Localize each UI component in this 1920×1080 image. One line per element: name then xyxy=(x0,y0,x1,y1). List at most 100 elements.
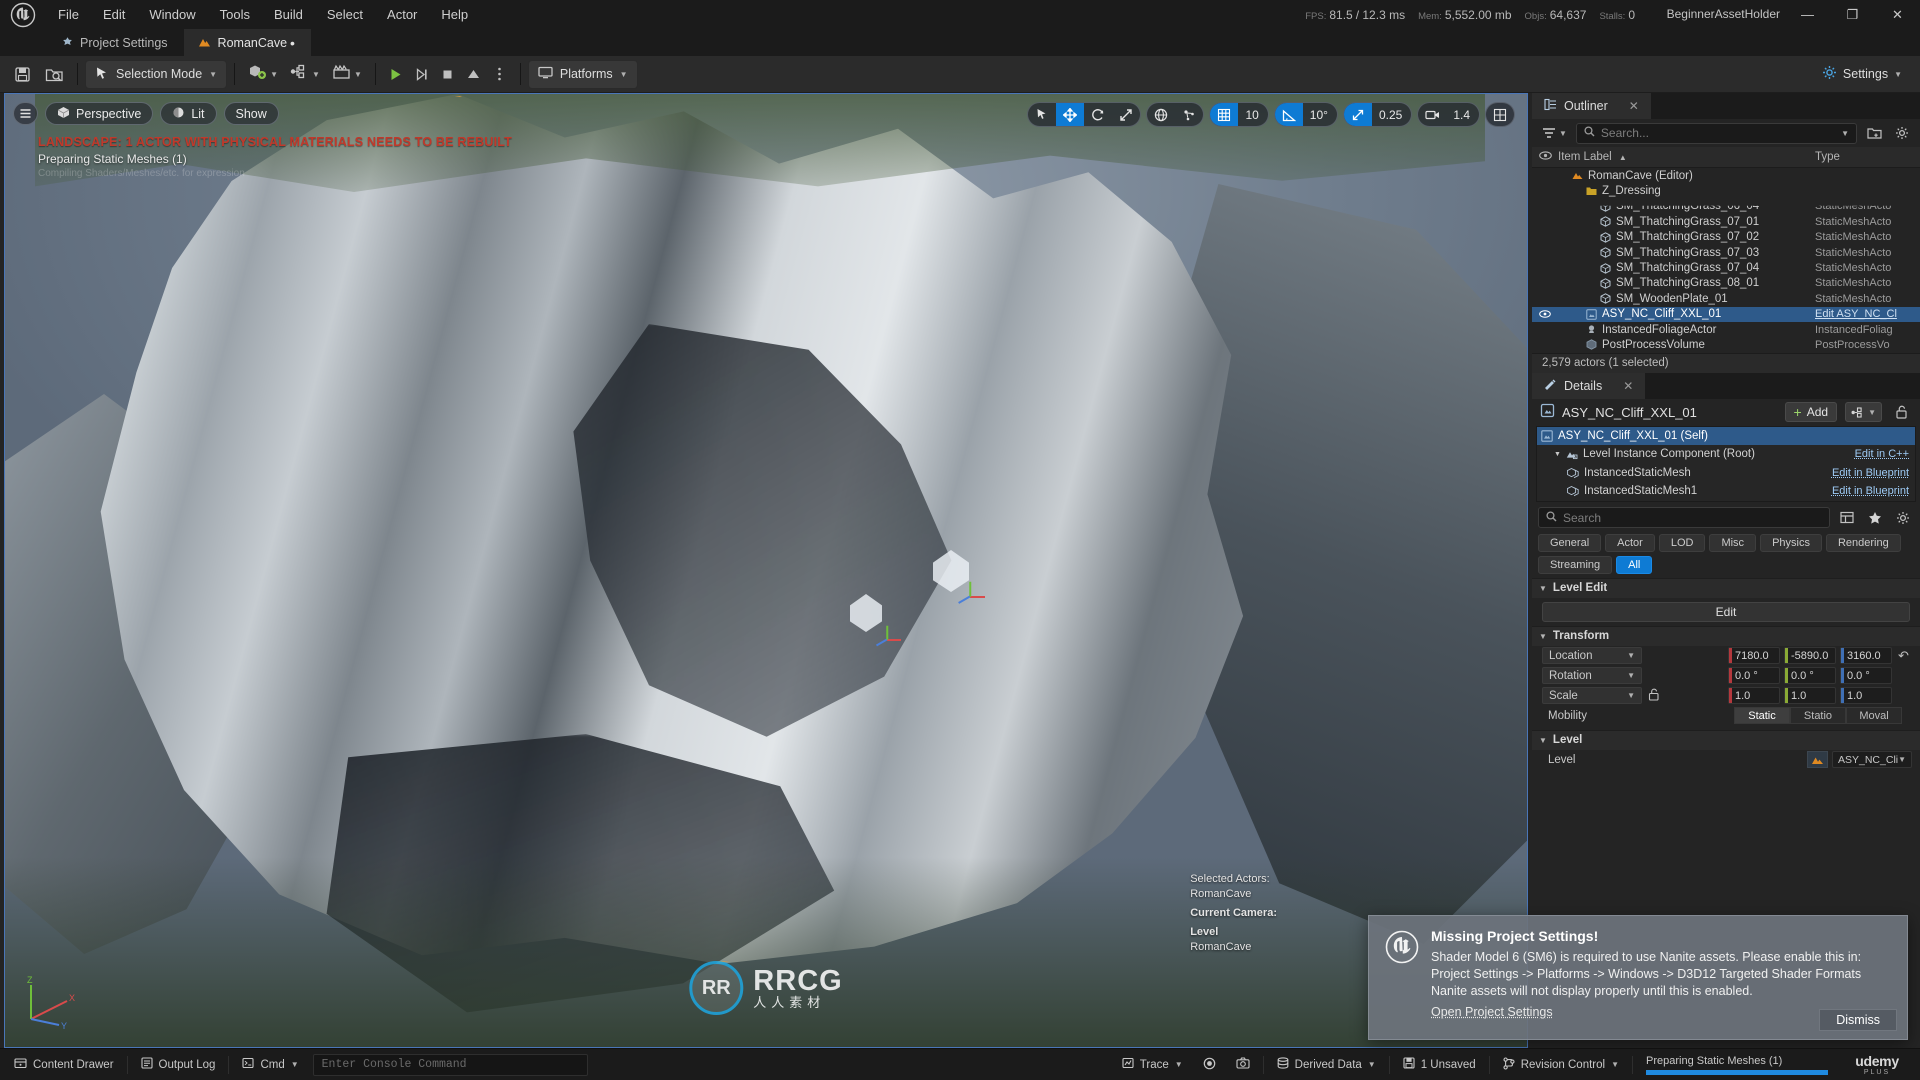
scale-z-input[interactable]: 1.0 xyxy=(1840,687,1892,705)
minimize-button[interactable]: — xyxy=(1785,0,1830,29)
derived-data-dropdown[interactable]: Derived Data ▼ xyxy=(1267,1053,1386,1077)
angle-snap-icon[interactable] xyxy=(1274,103,1303,126)
gear-icon[interactable] xyxy=(1891,122,1913,144)
component-row[interactable]: ASY_NC_Cliff_XXL_01 (Self) xyxy=(1537,426,1915,446)
viewport-show-dropdown[interactable]: Show xyxy=(223,102,279,125)
component-edit-link[interactable]: Edit in Blueprint xyxy=(1832,467,1915,479)
settings-dropdown[interactable]: Settings ▼ xyxy=(1812,60,1912,89)
tab-romancave[interactable]: RomanCave • xyxy=(183,29,311,56)
more-options-icon[interactable] xyxy=(487,60,513,89)
menu-edit[interactable]: Edit xyxy=(91,0,137,29)
console-command-input[interactable]: Enter Console Command xyxy=(312,1053,588,1076)
menu-file[interactable]: File xyxy=(46,0,91,29)
outliner-row[interactable]: InstancedFoliageActor InstancedFoliag xyxy=(1532,322,1920,337)
cursor-select-icon[interactable] xyxy=(1028,103,1056,126)
scale-snap-value[interactable]: 0.25 xyxy=(1372,103,1411,126)
level-asset-value[interactable]: ASY_NC_Cli ▼ xyxy=(1832,751,1912,769)
dismiss-button[interactable]: Dismiss xyxy=(1819,1009,1897,1031)
save-icon[interactable] xyxy=(6,60,38,89)
skip-button[interactable] xyxy=(409,60,435,89)
details-filter-tab[interactable]: LOD xyxy=(1658,533,1706,552)
scale-lock-icon[interactable] xyxy=(1648,688,1666,704)
gear-icon[interactable] xyxy=(1892,507,1914,529)
outliner-row[interactable]: SM_ThatchingGrass_06_04 StaticMeshActo xyxy=(1532,205,1920,214)
rotate-gizmo-icon[interactable] xyxy=(1084,103,1112,126)
level-viewport[interactable]: Perspective Lit Show LANDSCAPE: 1 ACTOR … xyxy=(4,93,1528,1048)
location-y-input[interactable]: -5890.0 xyxy=(1784,647,1836,665)
cmd-dropdown[interactable]: Cmd ▼ xyxy=(232,1053,308,1077)
scale-y-input[interactable]: 1.0 xyxy=(1784,687,1836,705)
section-transform[interactable]: ▼ Transform xyxy=(1532,625,1920,646)
add-component-button[interactable]: + Add xyxy=(1784,402,1838,423)
rotation-z-input[interactable]: 0.0 ° xyxy=(1840,667,1892,685)
unlock-icon[interactable] xyxy=(1890,401,1912,423)
selection-mode-dropdown[interactable]: Selection Mode ▼ xyxy=(85,59,228,89)
menu-tools[interactable]: Tools xyxy=(208,0,262,29)
details-filter-tab[interactable]: All xyxy=(1616,555,1653,574)
components-list[interactable]: ASY_NC_Cliff_XXL_01 (Self) ▼ Level Instanc… xyxy=(1536,425,1916,502)
platforms-dropdown[interactable]: Platforms ▼ xyxy=(527,59,638,89)
details-filter-tabs[interactable]: General Actor LOD Misc Physics Rendering Strea… xyxy=(1532,531,1920,574)
menu-select[interactable]: Select xyxy=(315,0,375,29)
menu-actor[interactable]: Actor xyxy=(375,0,429,29)
outliner-row[interactable]: SM_WoodenPlate_01 StaticMeshActo xyxy=(1532,291,1920,306)
stop-button[interactable] xyxy=(435,60,461,89)
eject-button[interactable] xyxy=(461,60,487,89)
revision-control-dropdown[interactable]: Revision Control ▼ xyxy=(1493,1053,1629,1077)
component-edit-link[interactable]: Edit in Blueprint xyxy=(1832,485,1915,497)
cinematics-button[interactable]: ▼ xyxy=(326,60,368,89)
content-drawer-button[interactable]: Content Drawer xyxy=(4,1053,124,1077)
viewport-gizmo-2[interactable] xyxy=(870,622,904,656)
expander-triangle-icon[interactable]: ▼ xyxy=(1554,451,1561,458)
camera-speed-value[interactable]: 1.4 xyxy=(1446,103,1479,126)
outliner-row[interactable]: SM_ThatchingGrass_08_01 StaticMeshActo xyxy=(1532,276,1920,291)
scale-gizmo-icon[interactable] xyxy=(1112,103,1140,126)
record-button[interactable] xyxy=(1193,1053,1226,1077)
background-task-progress[interactable]: Preparing Static Meshes (1) xyxy=(1636,1051,1838,1079)
close-icon[interactable]: ✕ xyxy=(1629,99,1639,113)
menu-build[interactable]: Build xyxy=(262,0,315,29)
outliner-row[interactable]: RomanCave (Editor) xyxy=(1532,168,1920,183)
rotation-label-dropdown[interactable]: Rotation ▼ xyxy=(1542,667,1642,685)
tab-outliner[interactable]: Outliner ✕ xyxy=(1532,93,1651,119)
grid-snap-icon[interactable] xyxy=(1210,103,1239,126)
outliner-row[interactable]: SM_ThatchingGrass_07_01 StaticMeshActo xyxy=(1532,214,1920,229)
column-header-type[interactable]: Type xyxy=(1815,151,1920,163)
column-header-item-label[interactable]: Item Label ▲ xyxy=(1558,151,1815,163)
unsaved-button[interactable]: 1 Unsaved xyxy=(1393,1053,1486,1077)
star-icon[interactable] xyxy=(1864,507,1886,529)
component-row[interactable]: ▼ Level Instance Component (Root) Edit in … xyxy=(1537,445,1915,464)
browse-content-icon[interactable] xyxy=(38,60,70,89)
outliner-row[interactable]: SM_ThatchingGrass_07_04 StaticMeshActo xyxy=(1532,260,1920,275)
outliner-search-input[interactable]: Search... ▼ xyxy=(1575,122,1857,144)
move-gizmo-icon[interactable] xyxy=(1056,103,1085,126)
camera-speed-icon[interactable] xyxy=(1418,103,1446,126)
close-icon[interactable]: ✕ xyxy=(1623,379,1633,393)
add-actor-button[interactable]: ▼ xyxy=(242,60,284,89)
grid-snap-value[interactable]: 10 xyxy=(1238,103,1267,126)
level-asset-picker[interactable]: ASY_NC_Cli ▼ xyxy=(1807,751,1912,769)
details-filter-tab[interactable]: Physics xyxy=(1760,533,1822,552)
viewport-gizmo-1[interactable] xyxy=(953,579,987,613)
outliner-row[interactable]: SM_ThatchingGrass_07_02 StaticMeshActo xyxy=(1532,230,1920,245)
components-dropdown[interactable]: ▼ xyxy=(1845,402,1882,423)
rotation-x-input[interactable]: 0.0 ° xyxy=(1728,667,1780,685)
level-edit-button[interactable]: Edit xyxy=(1542,601,1910,622)
details-filter-tab[interactable]: Streaming xyxy=(1538,555,1613,574)
eye-icon[interactable] xyxy=(1532,310,1558,318)
chevron-down-icon[interactable]: ▼ xyxy=(1841,129,1849,138)
angle-snap-value[interactable]: 10° xyxy=(1303,103,1337,126)
tab-details[interactable]: Details ✕ xyxy=(1532,372,1646,399)
missing-project-settings-notification[interactable]: Missing Project Settings! Shader Model 6… xyxy=(1368,915,1908,1040)
details-search-input[interactable]: Search xyxy=(1538,507,1830,529)
unreal-engine-logo[interactable] xyxy=(0,0,46,29)
viewport-layout-icon[interactable] xyxy=(1486,103,1514,126)
component-row[interactable]: InstancedStaticMesh1 Edit in Blueprint xyxy=(1537,482,1915,501)
details-filter-tab[interactable]: Actor xyxy=(1605,533,1655,552)
location-z-input[interactable]: 3160.0 xyxy=(1840,647,1892,665)
blueprints-button[interactable]: ▼ xyxy=(284,60,326,89)
menu-help[interactable]: Help xyxy=(429,0,480,29)
outliner-list[interactable]: RomanCave (Editor) Z_Dressing SM_Thatching… xyxy=(1532,168,1920,353)
snapshot-button[interactable] xyxy=(1226,1053,1260,1077)
play-button[interactable] xyxy=(383,60,409,89)
